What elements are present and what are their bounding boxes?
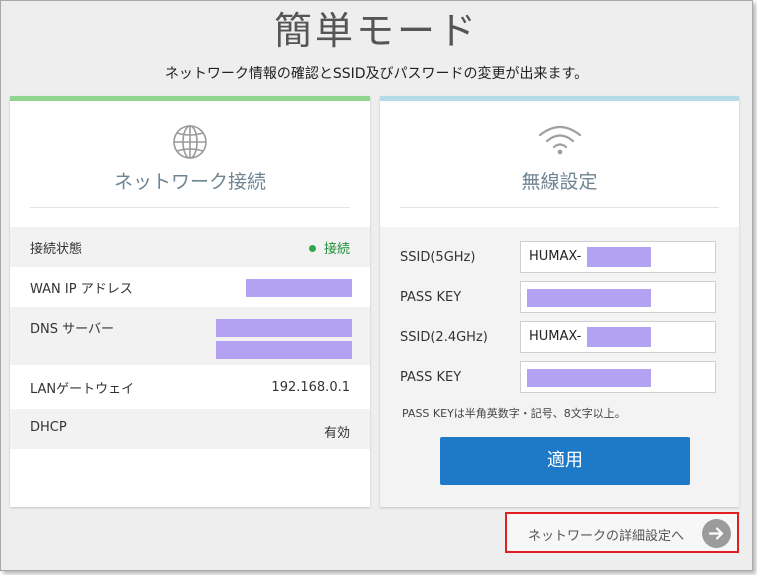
row-connection-status: 接続状態 接続	[10, 227, 370, 267]
passkey-24ghz-input[interactable]	[520, 361, 716, 393]
network-connection-card: ネットワーク接続 接続状態 接続 WAN IP アドレス DNS サーバー LA…	[10, 96, 370, 507]
ssid-24ghz-value: HUMAX-	[529, 329, 582, 344]
wifi-icon	[536, 125, 584, 159]
redacted-wan-ip	[246, 279, 352, 297]
row-wan-ip: WAN IP アドレス	[10, 267, 370, 307]
ssid-5ghz-label: SSID(5GHz)	[400, 250, 476, 265]
row-value: 有効	[323, 426, 350, 441]
apply-button[interactable]: 適用	[440, 437, 690, 485]
page-title: 簡単モード	[273, 9, 479, 53]
ssid-24ghz-label: SSID(2.4GHz)	[400, 330, 488, 345]
globe-icon	[171, 123, 209, 165]
redacted-dns-secondary	[216, 341, 352, 359]
redacted-passkey-24ghz	[527, 369, 651, 387]
passkey-24ghz-label: PASS KEY	[400, 370, 462, 385]
wireless-form: SSID(5GHz) HUMAX- PASS KEY SSID(2.4GHz) …	[380, 227, 739, 507]
row-label: WAN IP アドレス	[30, 282, 133, 297]
row-lan-gateway: LANゲートウェイ 192.168.0.1	[10, 365, 370, 409]
arrow-right-icon	[702, 519, 731, 548]
row-label: 接続状態	[30, 242, 83, 257]
ssid-24ghz-input[interactable]: HUMAX-	[520, 321, 716, 353]
row-label: LANゲートウェイ	[30, 382, 135, 397]
row-label: DNS サーバー	[30, 322, 114, 337]
redacted-passkey-5ghz	[527, 289, 651, 307]
divider	[30, 207, 350, 208]
detail-link-label: ネットワークの詳細設定へ	[528, 529, 685, 544]
easy-mode-page: 簡単モード ネットワーク情報の確認とSSID及びパスワードの変更が出来ます。 ネ…	[0, 0, 753, 571]
divider	[400, 207, 719, 208]
row-value: 192.168.0.1	[271, 380, 350, 395]
redacted-ssid-5ghz	[587, 247, 651, 267]
row-label: DHCP	[30, 420, 67, 435]
redacted-dns-primary	[216, 319, 352, 337]
page-subtitle: ネットワーク情報の確認とSSID及びパスワードの変更が出来ます。	[164, 66, 589, 82]
wireless-card-title: 無線設定	[521, 171, 598, 193]
ssid-5ghz-input[interactable]: HUMAX-	[520, 241, 716, 273]
network-card-title: ネットワーク接続	[113, 171, 266, 193]
status-text: 接続	[323, 242, 350, 257]
status-dot-icon	[308, 245, 316, 252]
redacted-ssid-24ghz	[587, 327, 651, 347]
ssid-5ghz-value: HUMAX-	[529, 249, 582, 264]
wireless-settings-card: 無線設定 SSID(5GHz) HUMAX- PASS KEY SSID(2.4…	[380, 96, 739, 507]
status-value: 接続	[308, 238, 350, 257]
passkey-5ghz-input[interactable]	[520, 281, 716, 313]
row-dns-server: DNS サーバー	[10, 307, 370, 365]
row-dhcp: DHCP 有効	[10, 409, 370, 449]
passkey-note: PASS KEYは半角英数字・記号、8文字以上。	[402, 407, 626, 420]
passkey-5ghz-label: PASS KEY	[400, 290, 462, 305]
network-detail-settings-link[interactable]: ネットワークの詳細設定へ	[505, 512, 739, 553]
